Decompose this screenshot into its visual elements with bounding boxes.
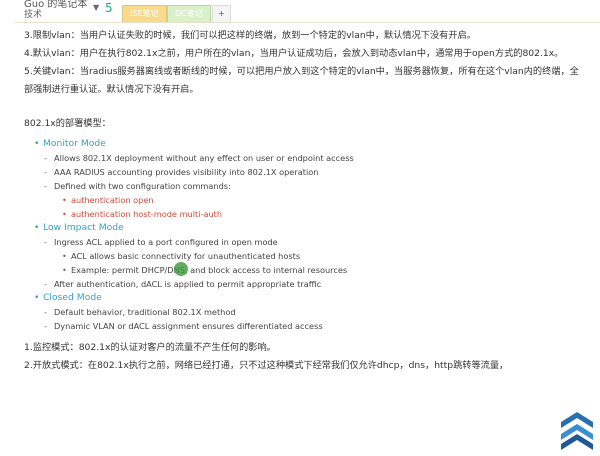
list-item: Allows 802.1X deployment without any eff… (24, 151, 584, 165)
paragraph-critical-vlan: 5.关键vlan：当radius服务器离线或者断线的时候，可以把用户放入到这个特… (24, 66, 579, 95)
list-item: AAA RADIUS accounting provides visibilit… (24, 165, 584, 179)
paragraph-monitor-mode: 1.监控模式：802.1x的认证对客户的流量不产生任何的影响。 (24, 342, 276, 353)
chevron-down-icon[interactable]: ▼ (93, 3, 99, 12)
notebook-toolbar: Guo 的笔记本 技术 ▼ 5 ISE笔记 DC笔记 + (0, 0, 600, 22)
notebook-name: Guo 的笔记本 (24, 0, 88, 10)
paragraph-restricted-vlan: 3.限制vlan：当用户认证失败的时候，我们可以把这样的终端，放到一个特定的vl… (24, 30, 476, 41)
mouse-cursor-highlight (174, 262, 188, 276)
list-subitem: Example: permit DHCP/DNS, and block acce… (24, 263, 584, 277)
add-tab-button[interactable]: + (212, 5, 231, 22)
list-subitem: ACL allows basic connectivity for unauth… (24, 249, 584, 263)
note-content[interactable]: 3.限制vlan：当用户认证失败的时候，我们可以把这样的终端，放到一个特定的vl… (24, 27, 584, 375)
model-closed-mode: Closed Mode (24, 291, 584, 305)
list-item: After authentication, dACL is applied to… (24, 277, 584, 291)
model-monitor-mode: Monitor Mode (24, 137, 584, 151)
list-item: Default behavior, traditional 802.1X met… (24, 305, 584, 319)
tab-ise-notes[interactable]: ISE笔记 (122, 5, 167, 22)
deployment-model-heading: 802.1x的部署模型： (24, 118, 111, 129)
list-item: Dynamic VLAN or dACL assignment ensures … (24, 319, 584, 333)
list-item: Defined with two configuration commands: (24, 179, 584, 193)
section-name: 技术 (24, 10, 43, 20)
paragraph-open-mode: 2.开放式模式：在802.1x执行之前，网络已经打通，只不过这种模式下经常我们仅… (24, 360, 509, 371)
page-count: 5 (105, 1, 113, 15)
brand-logo-icon (561, 412, 593, 450)
paragraph-default-vlan: 4.默认vlan：用户在执行802.1x之前，用户所在的vlan，当用户认证成功… (24, 48, 564, 59)
tab-dc-notes[interactable]: DC笔记 (167, 5, 211, 22)
list-item: Ingress ACL applied to a port configured… (24, 235, 584, 249)
notebook-selector[interactable]: Guo 的笔记本 技术 (24, 0, 87, 20)
command-item: authentication open (24, 193, 584, 207)
model-low-impact-mode: Low Impact Mode (24, 221, 584, 235)
command-item: authentication host-mode multi-auth (24, 207, 584, 221)
toolbar-divider (15, 22, 600, 23)
